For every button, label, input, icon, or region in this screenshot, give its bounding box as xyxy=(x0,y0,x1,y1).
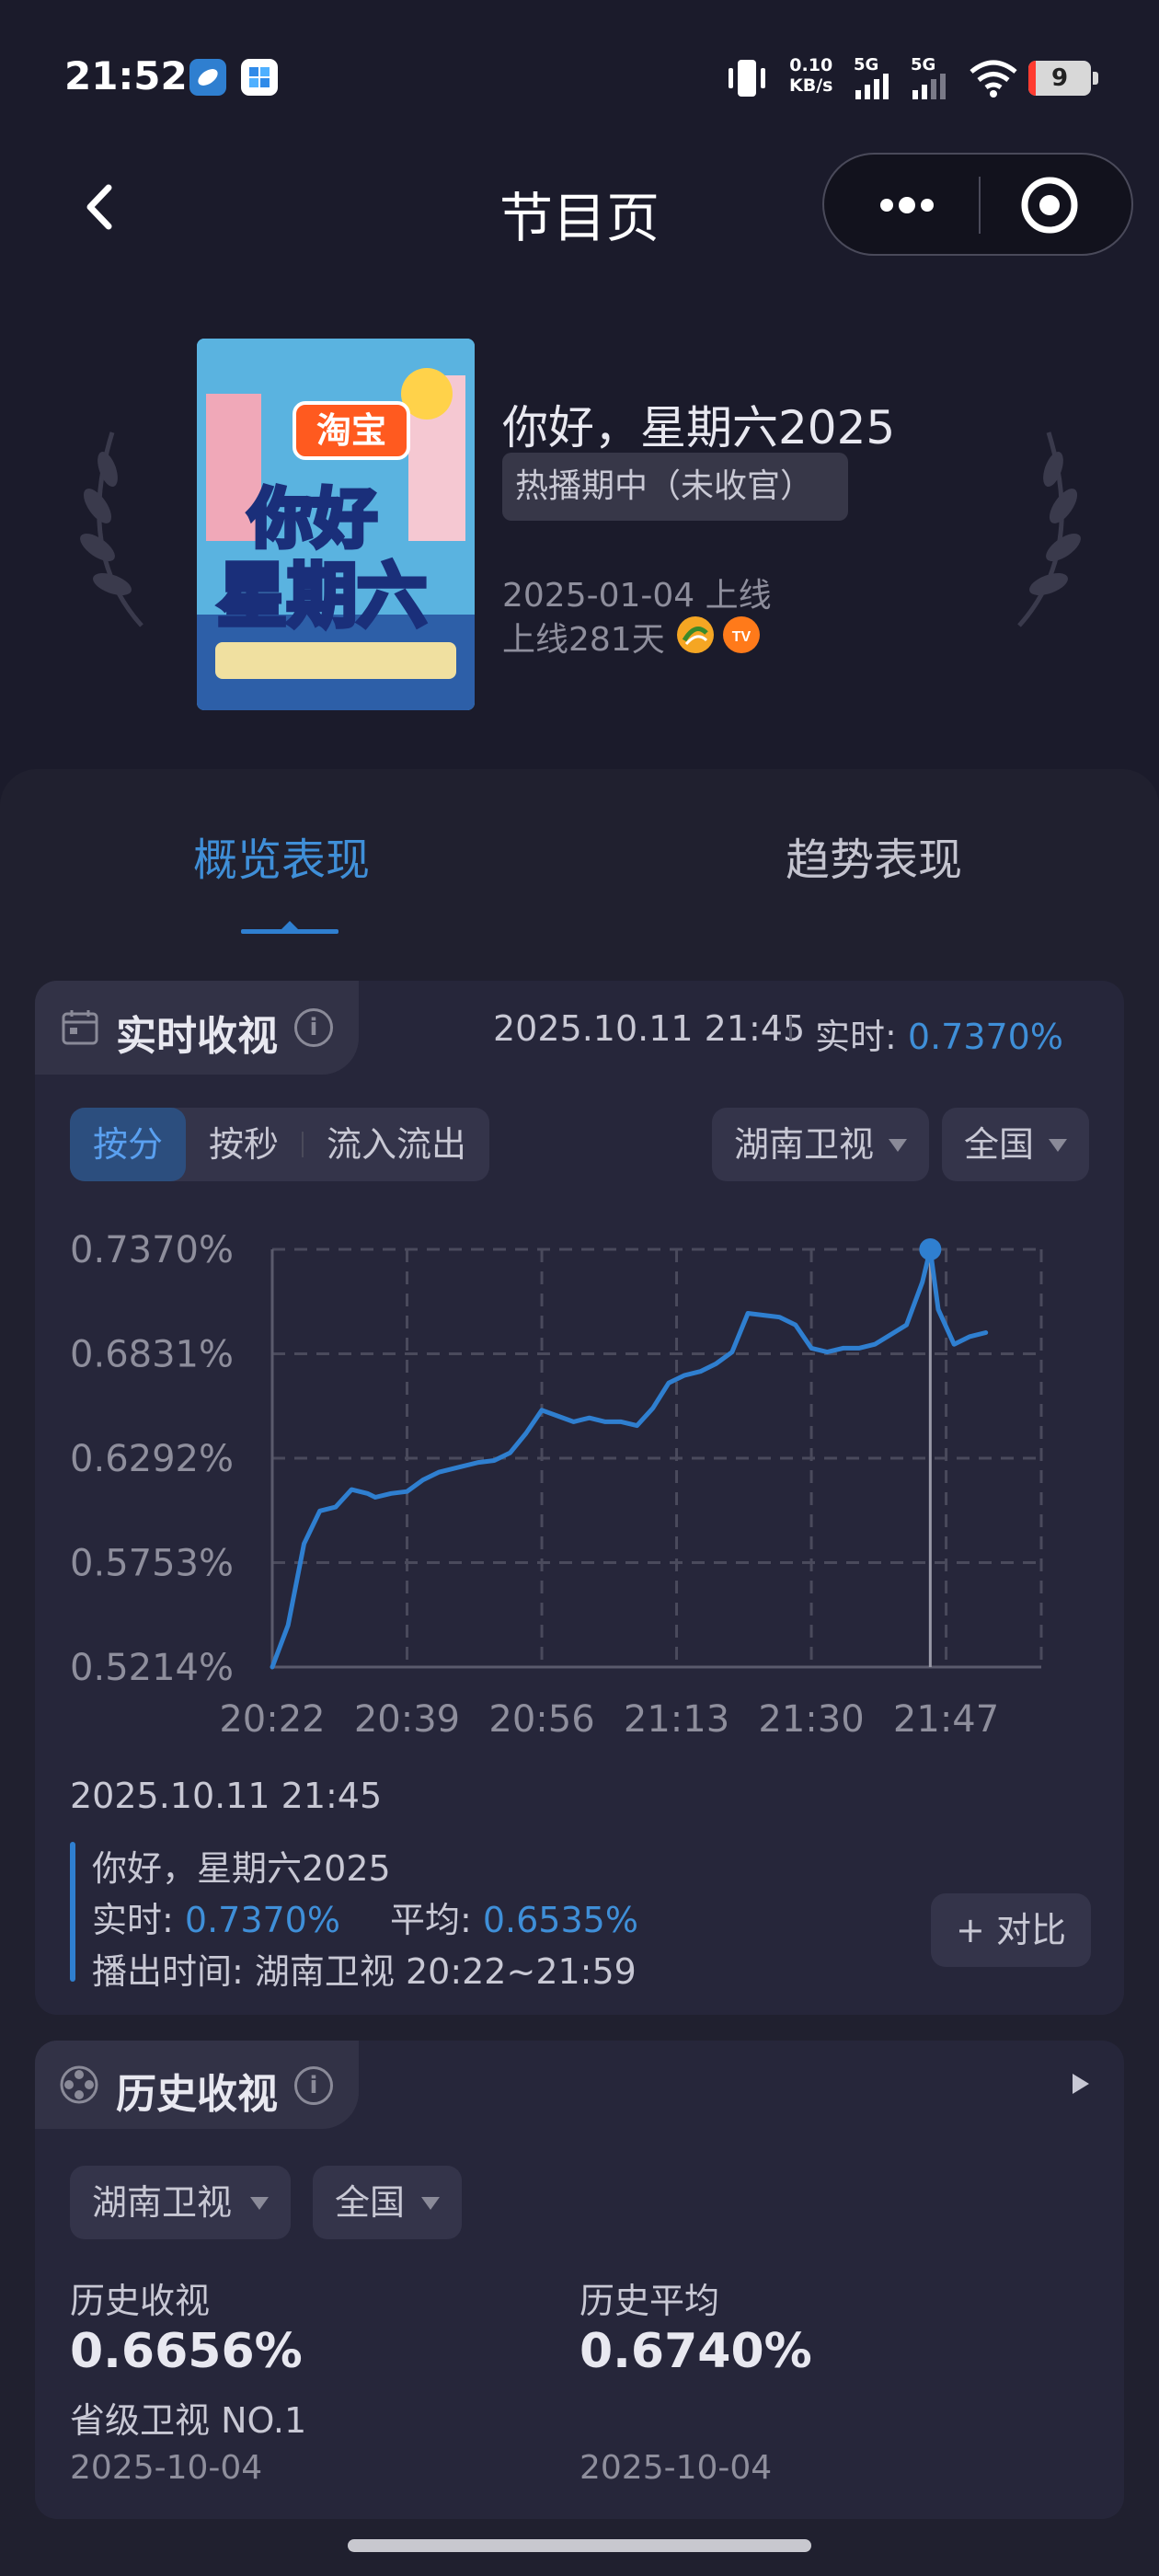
granularity-segmented-control: 按分 按秒 流入流出 xyxy=(70,1108,489,1181)
laurel-left-icon xyxy=(66,414,158,638)
more-button[interactable] xyxy=(861,177,953,234)
mango-tv-icon: TV xyxy=(723,616,760,653)
history-title: 历史收视 xyxy=(116,2071,278,2118)
net-speed: 0.10 KB/s xyxy=(789,55,833,96)
realtime-value-text: 实时: 0.7370% xyxy=(815,1017,1063,1057)
target-icon xyxy=(1021,177,1078,234)
region-value: 全国 xyxy=(964,1124,1035,1165)
y-tick-label: 0.5753% xyxy=(70,1543,234,1585)
history-rating-value: 0.6656% xyxy=(70,2324,303,2379)
compare-button[interactable]: + 对比 xyxy=(931,1893,1091,1967)
battery-icon: 9 xyxy=(1028,61,1091,96)
channel-value: 湖南卫视 xyxy=(734,1124,875,1165)
summary-realtime-value: 0.7370% xyxy=(184,1900,340,1940)
history-rating-date: 2025-10-04 xyxy=(70,2449,263,2487)
days-online: 上线281天 xyxy=(502,621,665,659)
x-tick-label: 20:56 xyxy=(488,1698,594,1741)
y-tick-label: 0.7370% xyxy=(70,1229,234,1271)
history-average-date: 2025-10-04 xyxy=(580,2449,773,2487)
info-icon[interactable]: i xyxy=(294,2066,333,2105)
x-tick-label: 20:39 xyxy=(354,1698,460,1741)
mini-program-capsule xyxy=(822,153,1133,256)
x-tick-label: 21:13 xyxy=(624,1698,729,1741)
segment-by-minute[interactable]: 按分 xyxy=(70,1108,186,1181)
show-poster[interactable]: 淘宝 你好 星期六 xyxy=(197,339,475,710)
poster-title-line2: 星期六 xyxy=(215,553,430,639)
history-average-value: 0.6740% xyxy=(580,2324,812,2379)
realtime-value: 0.7370% xyxy=(907,1017,1063,1057)
battery-level: 9 xyxy=(1050,64,1069,92)
realtime-title: 实时收视 xyxy=(116,1013,278,1060)
history-rank: 省级卫视 NO.1 xyxy=(70,2400,307,2441)
history-rating-label: 历史收视 xyxy=(70,2281,211,2321)
tab-trend[interactable]: 趋势表现 xyxy=(786,823,962,888)
x-tick-label: 21:30 xyxy=(758,1698,864,1741)
region-dropdown[interactable]: 全国 xyxy=(942,1108,1089,1181)
vibrate-icon xyxy=(723,57,771,103)
divider xyxy=(789,1016,792,1040)
history-region-value: 全国 xyxy=(335,2182,406,2223)
wifi-icon xyxy=(968,57,1019,101)
caret-down-icon xyxy=(250,2197,269,2210)
segment-by-second[interactable]: 按秒 xyxy=(186,1108,302,1181)
channel-dropdown[interactable]: 湖南卫视 xyxy=(712,1108,929,1181)
summary-show-name: 你好，星期六2025 xyxy=(92,1848,391,1889)
caret-down-icon xyxy=(421,2197,440,2210)
hunan-tv-icon xyxy=(677,616,714,653)
status-time: 21:52 xyxy=(64,53,188,98)
realtime-rating-chart[interactable]: 0.7370% 0.6831% 0.6292% 0.5753% 0.5214% 20:22… xyxy=(55,1213,1067,1765)
svg-text:TV: TV xyxy=(732,629,752,645)
status-badge: 热播期中（未收官） xyxy=(502,453,848,521)
tab-overview[interactable]: 概览表现 xyxy=(193,823,370,888)
launch-date: 2025-01-04 上线 xyxy=(502,577,772,615)
summary-average-value: 0.6535% xyxy=(482,1900,638,1940)
poster-logo: 淘宝 xyxy=(293,401,410,460)
realtime-timestamp: 2025.10.11 21:45 xyxy=(493,1008,806,1049)
battery-tip xyxy=(1093,72,1098,85)
y-tick-label: 0.6292% xyxy=(70,1438,234,1480)
app-notification-icon xyxy=(189,59,226,96)
app-notification-icon xyxy=(241,59,278,96)
play-icon[interactable] xyxy=(1067,2070,1095,2101)
history-average-label: 历史平均 xyxy=(580,2281,720,2321)
history-region-dropdown[interactable]: 全国 xyxy=(313,2166,462,2239)
film-reel-icon xyxy=(59,2064,99,2109)
y-tick-label: 0.6831% xyxy=(70,1334,234,1376)
signal-icon xyxy=(911,74,949,103)
history-channel-value: 湖南卫视 xyxy=(92,2182,233,2223)
info-icon[interactable]: i xyxy=(294,1008,333,1047)
summary-accent-bar xyxy=(70,1842,75,1982)
summary-airtime: 播出时间: 湖南卫视 20:22~21:59 xyxy=(92,1951,637,1992)
more-dots-icon xyxy=(880,197,934,213)
summary-date: 2025.10.11 21:45 xyxy=(70,1776,383,1816)
summary-values: 实时: 0.7370% 平均: 0.6535% xyxy=(92,1900,638,1940)
history-channel-dropdown[interactable]: 湖南卫视 xyxy=(70,2166,291,2239)
segment-inflow-outflow[interactable]: 流入流出 xyxy=(304,1108,489,1181)
home-indicator[interactable] xyxy=(348,2539,811,2552)
signal-icon xyxy=(854,74,892,103)
sim2-label: 5G xyxy=(911,55,936,75)
sim1-label: 5G xyxy=(854,55,879,75)
calendar-icon xyxy=(61,1008,99,1051)
x-tick-label: 21:47 xyxy=(893,1698,999,1741)
y-tick-label: 0.5214% xyxy=(70,1647,234,1689)
x-tick-label: 20:22 xyxy=(219,1698,325,1741)
highlight-point xyxy=(919,1238,942,1260)
show-title: 你好，星期六2025 xyxy=(502,401,896,454)
close-miniprogram-button[interactable] xyxy=(1019,175,1080,236)
caret-down-icon xyxy=(889,1139,907,1152)
caret-down-icon xyxy=(1049,1139,1067,1152)
status-bar: 21:52 0.10 KB/s 5G 5G 9 xyxy=(0,0,1159,156)
laurel-right-icon xyxy=(1003,414,1095,638)
tab-indicator-notch xyxy=(281,921,299,930)
